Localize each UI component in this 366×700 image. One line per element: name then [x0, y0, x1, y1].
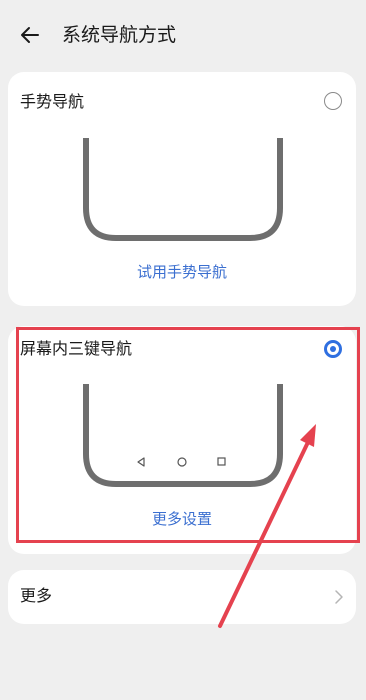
try-gesture-navigation-link[interactable]: 试用手势导航 — [8, 262, 356, 282]
app-header: 系统导航方式 — [0, 0, 366, 70]
gesture-navigation-radio[interactable] — [324, 92, 342, 110]
more-settings-link[interactable]: 更多设置 — [8, 509, 356, 529]
back-arrow-icon[interactable] — [18, 22, 44, 48]
page-title: 系统导航方式 — [62, 24, 177, 46]
nav-recents-square-icon — [217, 457, 226, 466]
more-row[interactable]: 更多 — [8, 570, 356, 624]
nav-home-circle-icon — [177, 457, 187, 467]
three-key-navigation-label: 屏幕内三键导航 — [20, 339, 133, 358]
more-label: 更多 — [20, 586, 53, 605]
three-key-navigation-preview — [83, 384, 283, 487]
gesture-navigation-preview — [83, 138, 283, 241]
gesture-navigation-card[interactable]: 手势导航 试用手势导航 — [8, 72, 356, 306]
gesture-navigation-label: 手势导航 — [20, 92, 85, 111]
chevron-right-icon — [335, 590, 343, 604]
three-key-navigation-radio[interactable] — [324, 340, 342, 358]
nav-back-triangle-icon — [137, 457, 145, 467]
three-key-navigation-card[interactable]: 屏幕内三键导航 更多设置 — [8, 326, 356, 554]
